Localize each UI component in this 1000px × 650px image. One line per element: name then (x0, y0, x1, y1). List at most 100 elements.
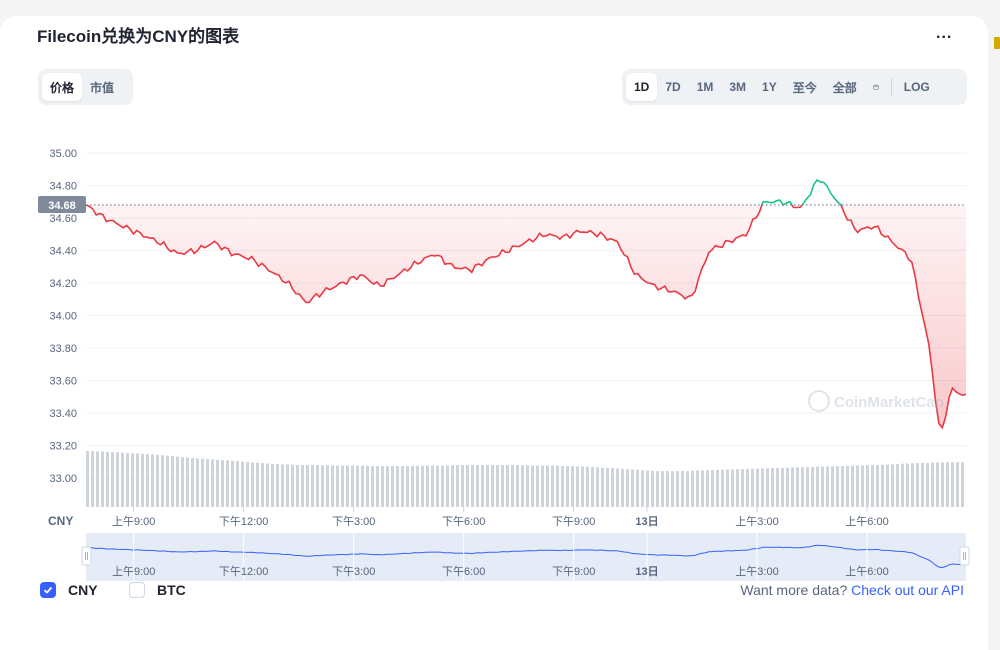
volume-bar (431, 465, 434, 507)
x-tick-label: 下午12:00 (219, 515, 269, 528)
volume-bar (246, 462, 249, 507)
volume-bar (681, 470, 684, 507)
navigator-handle-left-grip[interactable] (81, 546, 92, 566)
navigator-handle-left[interactable] (81, 546, 92, 566)
volume-bar (651, 470, 654, 507)
volume-bar (746, 468, 749, 507)
volume-bar (886, 464, 889, 507)
volume-bar (136, 453, 139, 507)
current-price-label: 34.68 (48, 200, 76, 212)
volume-bar (706, 470, 709, 507)
volume-bar (601, 467, 604, 507)
navigator-tick-label: 下午9:00 (552, 565, 595, 578)
volume-bar (841, 465, 844, 507)
volume-bar (506, 465, 509, 507)
volume-bar (491, 465, 494, 507)
volume-bar (711, 470, 714, 507)
volume-bar (531, 465, 534, 507)
volume-bar (726, 469, 729, 507)
volume-bar (581, 466, 584, 507)
volume-bar (901, 463, 904, 507)
legend-btc[interactable]: BTC (129, 582, 186, 598)
volume-bar (196, 458, 199, 507)
x-axis-currency-label: CNY (48, 514, 73, 528)
volume-bar (721, 469, 724, 507)
navigator-handle-right[interactable] (959, 546, 970, 566)
volume-bar (641, 470, 644, 507)
volume-bar (871, 465, 874, 507)
volume-bar (961, 462, 964, 507)
volume-bar (171, 456, 174, 507)
x-axis: 上午9:00 下午12:00 下午3:00 下午6:00 下午9:00 13日 上午3:00… (112, 507, 889, 528)
volume-bar (406, 466, 409, 507)
volume-bar (326, 465, 329, 507)
volume-bar (221, 460, 224, 507)
volume-bar (116, 452, 119, 507)
volume-bar (411, 466, 414, 507)
volume-bar (946, 462, 949, 507)
btc-label: BTC (157, 582, 186, 598)
volume-bar (96, 451, 99, 507)
volume-bar (296, 464, 299, 507)
volume-bar (356, 465, 359, 507)
volume-bar (201, 458, 204, 507)
volume-bar (86, 451, 89, 507)
volume-bar (591, 466, 594, 507)
volume-bar (101, 451, 104, 507)
navigator-tick-label: 下午3:00 (332, 565, 375, 578)
volume-bar (476, 465, 479, 507)
volume-bar (736, 469, 739, 507)
volume-bar (756, 468, 759, 507)
volume-bar (361, 465, 364, 507)
volume-bar (276, 464, 279, 507)
volume-bar (896, 464, 899, 507)
watermark-text: CoinMarketCap (834, 394, 944, 411)
volume-bar (306, 465, 309, 507)
navigator-handle-right-grip[interactable] (959, 546, 970, 566)
y-tick-label: 34.60 (49, 213, 77, 225)
volume-bar (701, 470, 704, 507)
btc-checkbox[interactable] (129, 582, 145, 598)
navigator-tick-label: 13日 (635, 565, 658, 578)
legend-cny[interactable]: CNY (40, 582, 98, 598)
volume-bar (426, 465, 429, 507)
volume-bar (211, 459, 214, 507)
volume-bar (836, 466, 839, 507)
api-link[interactable]: Check out our API (851, 582, 964, 598)
volume-bar (401, 466, 404, 507)
volume-bar (606, 467, 609, 507)
volume-bar (751, 468, 754, 507)
y-tick-label: 33.00 (49, 473, 77, 485)
volume-bar (216, 459, 219, 507)
volume-bar (796, 467, 799, 507)
volume-bar (486, 465, 489, 507)
volume-bar (626, 469, 629, 507)
volume-bar (551, 465, 554, 507)
volume-bar (831, 466, 834, 507)
api-promo-text: Want more data? (740, 582, 848, 598)
watermark: CoinMarketCap (808, 390, 944, 412)
x-tick-label: 下午3:00 (332, 515, 375, 528)
volume-bar (911, 463, 914, 507)
volume-bar (561, 465, 564, 507)
volume-bar (526, 465, 529, 507)
volume-bar (206, 459, 209, 507)
volume-bar (166, 455, 169, 507)
volume-bar (421, 465, 424, 507)
volume-bar (861, 465, 864, 507)
volume-bar (771, 468, 774, 507)
volume-bar (776, 468, 779, 507)
volume-bar (781, 467, 784, 507)
volume-bar (391, 466, 394, 507)
cny-label: CNY (68, 582, 98, 598)
volume-bar (616, 468, 619, 507)
cny-checkbox[interactable] (40, 582, 56, 598)
volume-bar (876, 464, 879, 507)
volume-bars (86, 451, 964, 507)
volume-bar (176, 456, 179, 507)
volume-bar (126, 452, 129, 507)
y-tick-label: 34.20 (49, 278, 77, 290)
volume-bar (121, 452, 124, 507)
volume-bar (556, 465, 559, 507)
volume-bar (931, 462, 934, 507)
